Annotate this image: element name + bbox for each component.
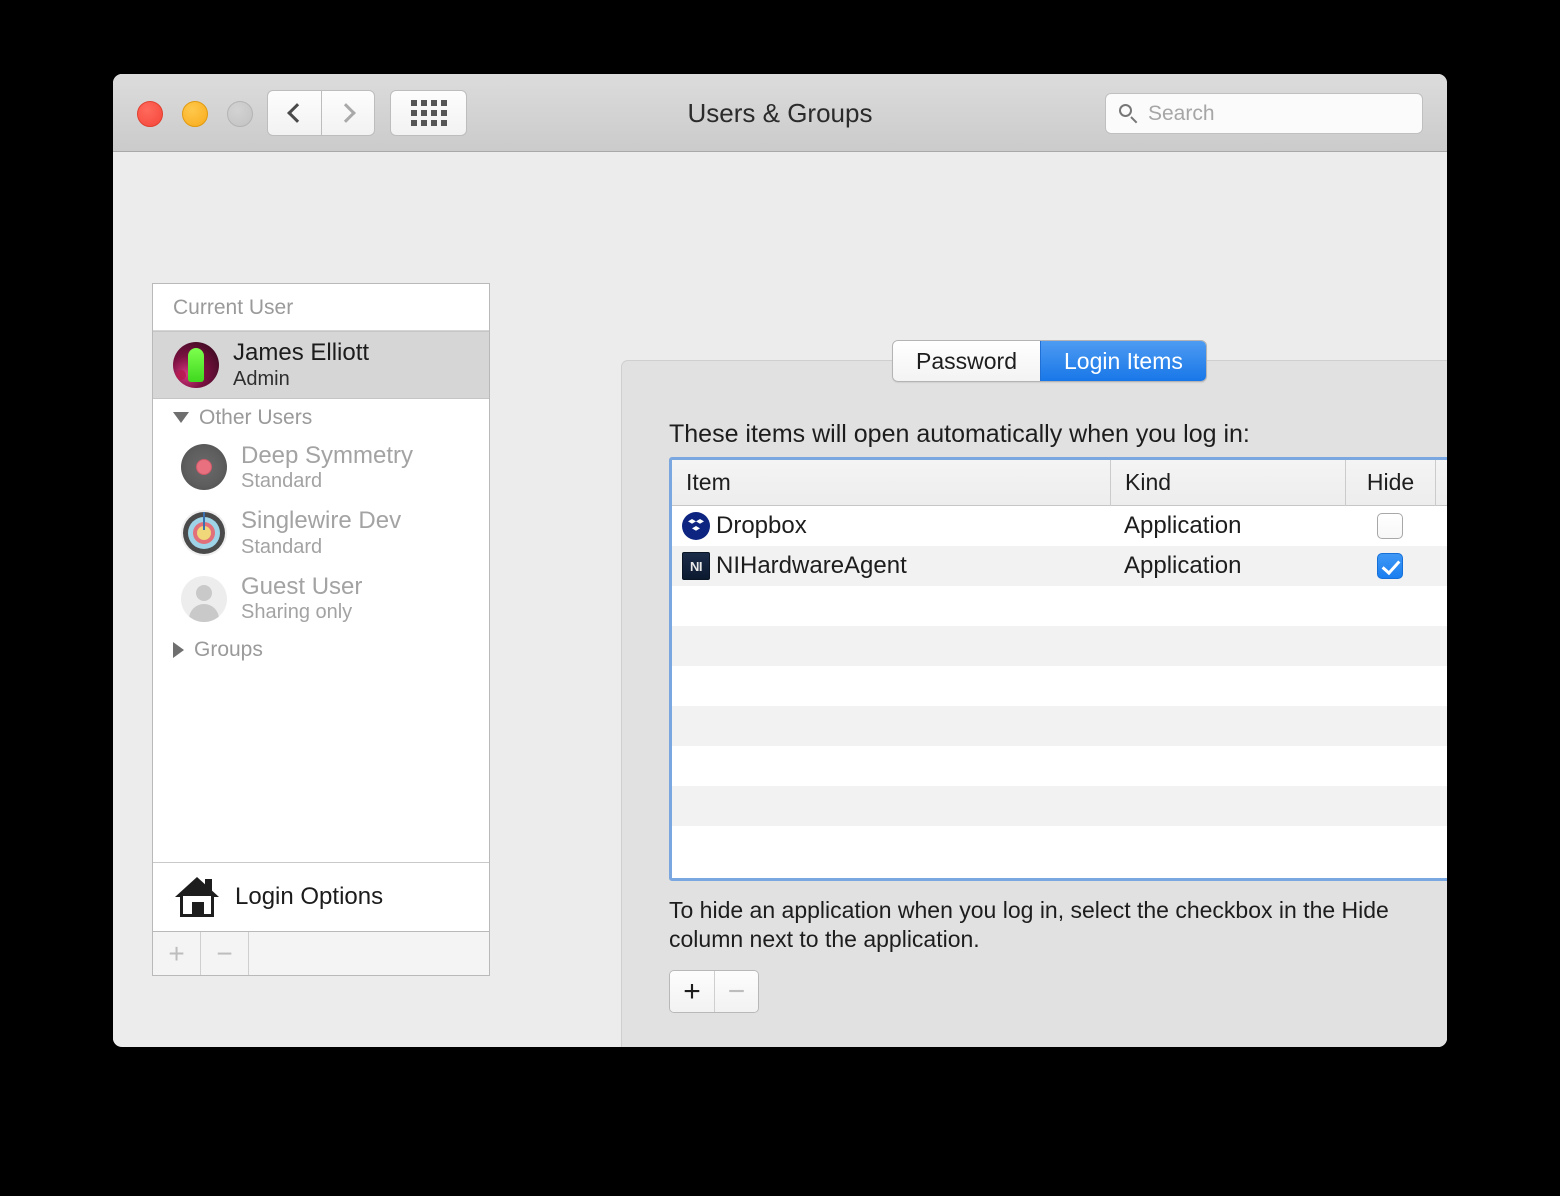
user-name: Guest User bbox=[241, 573, 362, 601]
current-user-header: Current User bbox=[153, 284, 489, 331]
user-role: Sharing only bbox=[241, 600, 362, 624]
hide-checkbox[interactable] bbox=[1377, 553, 1403, 579]
item-name: Dropbox bbox=[716, 512, 807, 540]
disclosure-triangle-down-icon[interactable] bbox=[173, 412, 189, 423]
other-users-label: Other Users bbox=[199, 406, 312, 430]
window-body: Current User James Elliott Admin Other U… bbox=[113, 152, 1447, 1046]
tab-login-items[interactable]: Login Items bbox=[1040, 341, 1206, 381]
table-row-empty[interactable] bbox=[672, 746, 1447, 786]
users-list: Current User James Elliott Admin Other U… bbox=[153, 284, 489, 862]
table-row-empty[interactable] bbox=[672, 666, 1447, 706]
column-header-kind[interactable]: Kind bbox=[1110, 460, 1345, 506]
tab-password[interactable]: Password bbox=[893, 341, 1040, 381]
login-items-table[interactable]: Item Kind Hide Dropbox Application bbox=[669, 457, 1447, 881]
sidebar-item-login-options[interactable]: Login Options bbox=[153, 862, 489, 931]
search-icon bbox=[1118, 103, 1140, 125]
table-row[interactable]: Dropbox Application bbox=[672, 506, 1447, 546]
login-options-label: Login Options bbox=[235, 883, 383, 911]
user-name: James Elliott bbox=[233, 339, 369, 367]
item-name: NIHardwareAgent bbox=[716, 552, 907, 580]
column-header-item[interactable]: Item bbox=[672, 460, 1110, 506]
avatar bbox=[181, 444, 227, 490]
other-users-group-header[interactable]: Other Users bbox=[153, 399, 489, 435]
column-header-spacer bbox=[1435, 460, 1447, 506]
user-role: Admin bbox=[233, 367, 369, 391]
table-row-empty[interactable] bbox=[672, 706, 1447, 746]
user-name: Singlewire Dev bbox=[241, 507, 401, 535]
table-cell-item: NI NIHardwareAgent bbox=[672, 552, 1110, 580]
table-cell-hide bbox=[1345, 513, 1435, 539]
hide-column-hint: To hide an application when you log in, … bbox=[669, 896, 1429, 955]
login-items-panel: These items will open automatically when… bbox=[621, 360, 1447, 1047]
search-field[interactable]: Search bbox=[1105, 93, 1423, 134]
sidebar-item-current-user[interactable]: James Elliott Admin bbox=[153, 331, 489, 399]
house-icon bbox=[175, 877, 219, 917]
user-role: Standard bbox=[241, 535, 401, 559]
column-header-hide[interactable]: Hide bbox=[1345, 460, 1435, 506]
table-row-empty[interactable] bbox=[672, 786, 1447, 826]
users-sidebar: Current User James Elliott Admin Other U… bbox=[152, 283, 490, 976]
groups-label: Groups bbox=[194, 638, 263, 662]
table-row-empty[interactable] bbox=[672, 826, 1447, 866]
panel-heading: These items will open automatically when… bbox=[669, 420, 1250, 449]
tab-bar: Password Login Items bbox=[892, 340, 1207, 382]
avatar bbox=[181, 510, 227, 556]
sidebar-item-singlewire-dev[interactable]: Singlewire Dev Standard bbox=[153, 500, 489, 566]
preferences-window: Users & Groups Search Current User James… bbox=[113, 74, 1447, 1047]
login-items-add-remove-bar: + − bbox=[669, 970, 759, 1013]
user-role: Standard bbox=[241, 469, 413, 493]
ni-hardware-agent-icon: NI bbox=[682, 552, 710, 580]
sidebar-item-deep-symmetry[interactable]: Deep Symmetry Standard bbox=[153, 435, 489, 501]
remove-user-button[interactable]: − bbox=[201, 932, 249, 975]
disclosure-triangle-right-icon[interactable] bbox=[173, 642, 184, 658]
user-name: Deep Symmetry bbox=[241, 442, 413, 470]
table-row-empty[interactable] bbox=[672, 626, 1447, 666]
dropbox-icon bbox=[682, 512, 710, 540]
table-cell-kind: Application bbox=[1110, 552, 1345, 580]
sidebar-item-guest-user[interactable]: Guest User Sharing only bbox=[153, 566, 489, 632]
add-login-item-button[interactable]: + bbox=[670, 971, 714, 1012]
table-cell-item: Dropbox bbox=[672, 512, 1110, 540]
search-placeholder: Search bbox=[1148, 102, 1215, 126]
window-titlebar: Users & Groups Search bbox=[113, 74, 1447, 152]
avatar bbox=[181, 576, 227, 622]
sidebar-add-remove-bar: + − bbox=[153, 931, 489, 975]
table-row[interactable]: NI NIHardwareAgent Application bbox=[672, 546, 1447, 586]
table-cell-kind: Application bbox=[1110, 512, 1345, 540]
groups-group-header[interactable]: Groups bbox=[153, 631, 489, 667]
hide-checkbox[interactable] bbox=[1377, 513, 1403, 539]
add-user-button[interactable]: + bbox=[153, 932, 201, 975]
table-cell-hide bbox=[1345, 553, 1435, 579]
table-row-empty[interactable] bbox=[672, 586, 1447, 626]
remove-login-item-button[interactable]: − bbox=[714, 971, 758, 1012]
avatar bbox=[173, 342, 219, 388]
table-header-row: Item Kind Hide bbox=[672, 460, 1447, 506]
